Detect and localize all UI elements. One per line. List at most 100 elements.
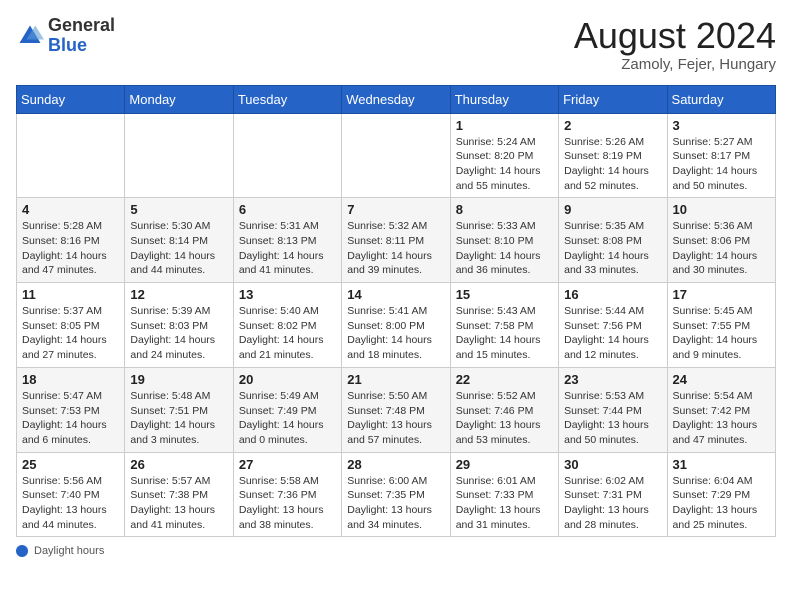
day-detail: Sunrise: 5:36 AMSunset: 8:06 PMDaylight:… <box>673 219 770 278</box>
day-of-week-header: Saturday <box>667 85 775 113</box>
day-number: 6 <box>239 202 336 217</box>
day-detail: Sunrise: 5:28 AMSunset: 8:16 PMDaylight:… <box>22 219 119 278</box>
day-detail: Sunrise: 5:27 AMSunset: 8:17 PMDaylight:… <box>673 135 770 194</box>
day-detail: Sunrise: 5:32 AMSunset: 8:11 PMDaylight:… <box>347 219 444 278</box>
day-number: 29 <box>456 457 553 472</box>
calendar-cell: 11 Sunrise: 5:37 AMSunset: 8:05 PMDayligh… <box>17 283 125 368</box>
calendar-header-row: SundayMondayTuesdayWednesdayThursdayFrid… <box>17 85 776 113</box>
day-number: 18 <box>22 372 119 387</box>
calendar-cell: 28Sunrise: 6:00 AMSunset: 7:35 PMDayligh… <box>342 452 450 537</box>
day-number: 10 <box>673 202 770 217</box>
day-number: 8 <box>456 202 553 217</box>
day-of-week-header: Friday <box>559 85 667 113</box>
day-detail: Sunrise: 5:33 AMSunset: 8:10 PMDaylight:… <box>456 219 553 278</box>
day-detail: Sunrise: 6:02 AMSunset: 7:31 PMDaylight:… <box>564 474 661 533</box>
day-number: 24 <box>673 372 770 387</box>
calendar-week-row: 4 Sunrise: 5:28 AMSunset: 8:16 PMDaylight… <box>17 198 776 283</box>
day-detail: Sunrise: 6:01 AMSunset: 7:33 PMDaylight:… <box>456 474 553 533</box>
day-detail: Sunrise: 5:39 AMSunset: 8:03 PMDaylight:… <box>130 304 227 363</box>
day-of-week-header: Monday <box>125 85 233 113</box>
day-number: 25 <box>22 457 119 472</box>
footer-label: Daylight hours <box>34 545 104 557</box>
calendar-cell: 19 Sunrise: 5:48 AMSunset: 7:51 PMDayligh… <box>125 367 233 452</box>
calendar-cell: 3 Sunrise: 5:27 AMSunset: 8:17 PMDaylight… <box>667 113 775 198</box>
location-subtitle: Zamoly, Fejer, Hungary <box>574 56 776 73</box>
calendar-table: SundayMondayTuesdayWednesdayThursdayFrid… <box>16 85 776 538</box>
day-detail: Sunrise: 6:00 AMSunset: 7:35 PMDaylight:… <box>347 474 444 533</box>
calendar-cell: 4 Sunrise: 5:28 AMSunset: 8:16 PMDaylight… <box>17 198 125 283</box>
day-number: 26 <box>130 457 227 472</box>
day-detail: Sunrise: 6:04 AMSunset: 7:29 PMDaylight:… <box>673 474 770 533</box>
day-detail: Sunrise: 5:37 AMSunset: 8:05 PMDaylight:… <box>22 304 119 363</box>
day-number: 30 <box>564 457 661 472</box>
day-number: 11 <box>22 287 119 302</box>
page-header: General Blue August 2024 Zamoly, Fejer, … <box>16 16 776 73</box>
logo: General Blue <box>16 16 115 56</box>
day-number: 19 <box>130 372 227 387</box>
calendar-cell: 10 Sunrise: 5:36 AMSunset: 8:06 PMDayligh… <box>667 198 775 283</box>
day-detail: Sunrise: 5:45 AMSunset: 7:55 PMDaylight:… <box>673 304 770 363</box>
day-of-week-header: Tuesday <box>233 85 341 113</box>
day-detail: Sunrise: 5:41 AMSunset: 8:00 PMDaylight:… <box>347 304 444 363</box>
day-detail: Sunrise: 5:26 AMSunset: 8:19 PMDaylight:… <box>564 135 661 194</box>
day-number: 22 <box>456 372 553 387</box>
calendar-cell <box>233 113 341 198</box>
calendar-cell <box>342 113 450 198</box>
calendar-week-row: 18Sunrise: 5:47 AMSunset: 7:53 PMDayligh… <box>17 367 776 452</box>
day-of-week-header: Sunday <box>17 85 125 113</box>
calendar-cell: 23Sunrise: 5:53 AMSunset: 7:44 PMDayligh… <box>559 367 667 452</box>
calendar-cell: 30 Sunrise: 6:02 AMSunset: 7:31 PMDayligh… <box>559 452 667 537</box>
day-detail: Sunrise: 5:35 AMSunset: 8:08 PMDaylight:… <box>564 219 661 278</box>
day-number: 7 <box>347 202 444 217</box>
day-detail: Sunrise: 5:40 AMSunset: 8:02 PMDaylight:… <box>239 304 336 363</box>
calendar-cell: 20 Sunrise: 5:49 AMSunset: 7:49 PMDayligh… <box>233 367 341 452</box>
day-detail: Sunrise: 5:52 AMSunset: 7:46 PMDaylight:… <box>456 389 553 448</box>
calendar-week-row: 1 Sunrise: 5:24 AMSunset: 8:20 PMDaylight… <box>17 113 776 198</box>
daylight-icon <box>16 545 28 557</box>
day-number: 31 <box>673 457 770 472</box>
calendar-cell: 16 Sunrise: 5:44 AMSunset: 7:56 PMDayligh… <box>559 283 667 368</box>
day-detail: Sunrise: 5:31 AMSunset: 8:13 PMDaylight:… <box>239 219 336 278</box>
day-number: 1 <box>456 118 553 133</box>
footer: Daylight hours <box>16 545 776 557</box>
day-number: 17 <box>673 287 770 302</box>
calendar-cell: 17 Sunrise: 5:45 AMSunset: 7:55 PMDayligh… <box>667 283 775 368</box>
calendar-cell: 22 Sunrise: 5:52 AMSunset: 7:46 PMDayligh… <box>450 367 558 452</box>
calendar-cell: 5Sunrise: 5:30 AMSunset: 8:14 PMDaylight… <box>125 198 233 283</box>
logo-text: General Blue <box>48 16 115 56</box>
day-number: 4 <box>22 202 119 217</box>
day-number: 15 <box>456 287 553 302</box>
calendar-cell <box>125 113 233 198</box>
day-detail: Sunrise: 5:57 AMSunset: 7:38 PMDaylight:… <box>130 474 227 533</box>
day-detail: Sunrise: 5:53 AMSunset: 7:44 PMDaylight:… <box>564 389 661 448</box>
calendar-cell: 12 Sunrise: 5:39 AMSunset: 8:03 PMDayligh… <box>125 283 233 368</box>
calendar-cell: 24Sunrise: 5:54 AMSunset: 7:42 PMDayligh… <box>667 367 775 452</box>
day-detail: Sunrise: 5:30 AMSunset: 8:14 PMDaylight:… <box>130 219 227 278</box>
day-detail: Sunrise: 5:48 AMSunset: 7:51 PMDaylight:… <box>130 389 227 448</box>
day-number: 14 <box>347 287 444 302</box>
day-detail: Sunrise: 5:43 AMSunset: 7:58 PMDaylight:… <box>456 304 553 363</box>
day-number: 13 <box>239 287 336 302</box>
day-number: 21 <box>347 372 444 387</box>
calendar-cell: 13 Sunrise: 5:40 AMSunset: 8:02 PMDayligh… <box>233 283 341 368</box>
calendar-cell: 8 Sunrise: 5:33 AMSunset: 8:10 PMDaylight… <box>450 198 558 283</box>
day-detail: Sunrise: 5:24 AMSunset: 8:20 PMDaylight:… <box>456 135 553 194</box>
day-number: 16 <box>564 287 661 302</box>
day-detail: Sunrise: 5:44 AMSunset: 7:56 PMDaylight:… <box>564 304 661 363</box>
day-number: 3 <box>673 118 770 133</box>
day-detail: Sunrise: 5:49 AMSunset: 7:49 PMDaylight:… <box>239 389 336 448</box>
calendar-cell: 6 Sunrise: 5:31 AMSunset: 8:13 PMDaylight… <box>233 198 341 283</box>
day-number: 20 <box>239 372 336 387</box>
day-of-week-header: Thursday <box>450 85 558 113</box>
day-detail: Sunrise: 5:58 AMSunset: 7:36 PMDaylight:… <box>239 474 336 533</box>
month-year-title: August 2024 <box>574 16 776 56</box>
calendar-cell: 18Sunrise: 5:47 AMSunset: 7:53 PMDayligh… <box>17 367 125 452</box>
calendar-week-row: 11 Sunrise: 5:37 AMSunset: 8:05 PMDayligh… <box>17 283 776 368</box>
day-number: 2 <box>564 118 661 133</box>
calendar-cell: 7 Sunrise: 5:32 AMSunset: 8:11 PMDaylight… <box>342 198 450 283</box>
calendar-cell: 31 Sunrise: 6:04 AMSunset: 7:29 PMDayligh… <box>667 452 775 537</box>
calendar-cell: 14 Sunrise: 5:41 AMSunset: 8:00 PMDayligh… <box>342 283 450 368</box>
day-number: 12 <box>130 287 227 302</box>
title-block: August 2024 Zamoly, Fejer, Hungary <box>574 16 776 73</box>
calendar-cell: 29 Sunrise: 6:01 AMSunset: 7:33 PMDayligh… <box>450 452 558 537</box>
